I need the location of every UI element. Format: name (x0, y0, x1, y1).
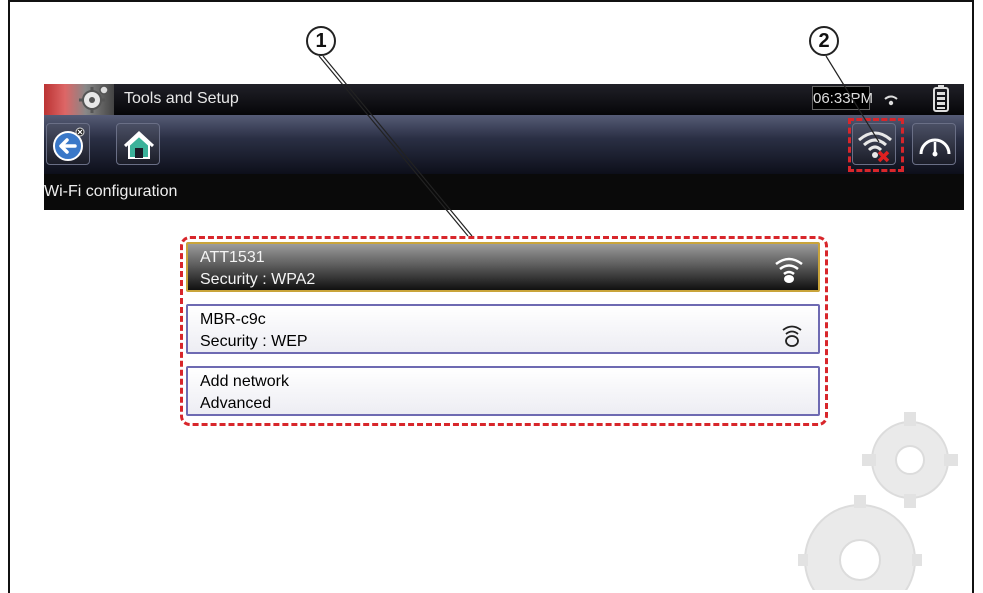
callout-2: 2 (809, 26, 839, 56)
gears-watermark-icon (798, 412, 958, 590)
callout-1: 1 (306, 26, 336, 56)
